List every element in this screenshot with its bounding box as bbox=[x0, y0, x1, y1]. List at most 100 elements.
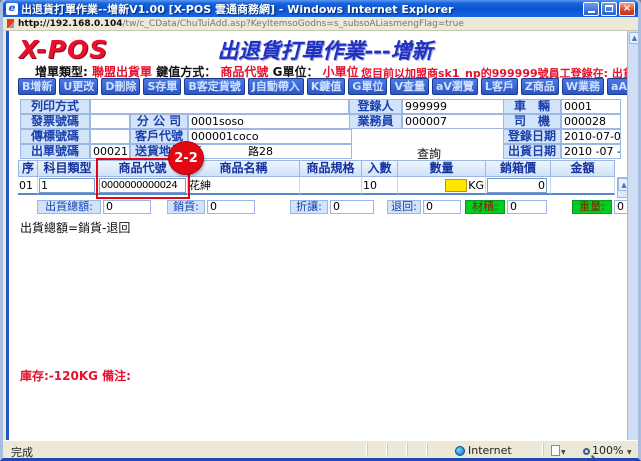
customer-code-field[interactable]: 000001coco bbox=[188, 129, 352, 144]
return-value: 0 bbox=[423, 200, 461, 214]
branch-label: 分 公 司 bbox=[130, 114, 188, 129]
login-user-label: 登錄人 bbox=[349, 99, 402, 114]
close-button[interactable]: × bbox=[619, 2, 635, 16]
ship-address-field[interactable]: 新路28 bbox=[188, 144, 352, 159]
qty-unit: KG bbox=[468, 179, 484, 192]
page-mode-icon bbox=[551, 445, 560, 456]
status-pane bbox=[427, 443, 445, 457]
pack-count-cell: 10 bbox=[362, 177, 398, 195]
toolbar-button-customer[interactable]: L客戶 bbox=[481, 78, 518, 95]
invoice-no-field[interactable] bbox=[90, 114, 130, 129]
order-no-field[interactable]: 000217 bbox=[90, 144, 130, 159]
sales-label: 銷貨: bbox=[167, 200, 205, 214]
invoice-no-label: 發票號碼 bbox=[20, 114, 90, 129]
item-seq: 01 bbox=[18, 177, 38, 195]
header-amount: 金額 bbox=[551, 160, 615, 177]
header-seq: 序 bbox=[18, 160, 38, 177]
maximize-icon bbox=[605, 5, 613, 12]
header-category: 科目類型 bbox=[38, 160, 98, 177]
vehicle-field[interactable]: 0001 bbox=[561, 99, 621, 114]
status-pane bbox=[407, 443, 425, 457]
product-spec-cell bbox=[300, 177, 362, 195]
print-method-field[interactable] bbox=[90, 99, 349, 114]
return-label: 退回: bbox=[387, 200, 421, 214]
header-pack: 入數 bbox=[362, 160, 398, 177]
header-spec: 商品規格 bbox=[300, 160, 362, 177]
header-product-name: 商品名稱 bbox=[188, 160, 300, 177]
box-price-input[interactable] bbox=[487, 178, 547, 193]
toolbar-button-delete[interactable]: D刪除 bbox=[101, 78, 140, 95]
weight-label: 重量: bbox=[572, 200, 612, 214]
category-input[interactable] bbox=[39, 178, 95, 193]
page-scroll-up-icon[interactable]: ▲ bbox=[629, 32, 640, 44]
toolbar-button-browse[interactable]: aV瀏覽 bbox=[432, 78, 478, 95]
discount-value: 0 bbox=[330, 200, 374, 214]
qty-cell: KG bbox=[398, 177, 486, 195]
address-bar[interactable]: http://192.168.0.104/tw/c_CData/ChuTuiAd… bbox=[3, 17, 638, 31]
window-controls: × bbox=[583, 2, 635, 16]
internet-zone-label: Internet bbox=[468, 444, 512, 457]
order-no-label: 出單號碼 bbox=[20, 144, 90, 159]
globe-icon bbox=[455, 446, 465, 456]
toolbar-button-custom-code[interactable]: B客定貨號 bbox=[184, 78, 244, 95]
toolbar-button-check-qty[interactable]: V查量 bbox=[390, 78, 429, 95]
address-suffix: 路28 bbox=[248, 145, 273, 158]
stock-note: 庫存:-120KG 備注: bbox=[20, 367, 131, 384]
sales-value: 0 bbox=[207, 200, 255, 214]
status-pane bbox=[367, 443, 385, 457]
driver-label: 司 機 bbox=[503, 114, 561, 129]
reg-date-label: 登錄日期 bbox=[503, 129, 561, 144]
url-path: /tw/c_CData/ChuTuiAdd.asp?KeyItemsoGodns… bbox=[123, 19, 464, 29]
toolbar: B增新 U更改 D刪除 S存單 B客定貨號 J自動帶入 K鍵值 G單位 V查量 … bbox=[18, 78, 630, 95]
toolbar-button-add[interactable]: B增新 bbox=[18, 78, 56, 95]
toolbar-button-sales[interactable]: W業務 bbox=[562, 78, 604, 95]
status-text: 完成 bbox=[11, 444, 33, 460]
item-category-cell bbox=[38, 177, 98, 195]
page-scrollbar[interactable]: ▲ bbox=[627, 31, 641, 440]
internet-zone: Internet bbox=[455, 444, 512, 457]
header-box-price: 銷箱價 bbox=[486, 160, 551, 177]
volume-value: 0 bbox=[507, 200, 547, 214]
ship-total-value: 0 bbox=[103, 200, 151, 214]
branch-field[interactable]: 0001soso bbox=[188, 114, 352, 129]
window-title: 出退貨打單作業--增新V1.00 [X-POS 雲通商務網] - Windows… bbox=[21, 1, 583, 17]
formula-note: 出貨總額=銷貨-退回 bbox=[20, 219, 130, 236]
zoom-caret-icon: ▼ bbox=[627, 449, 632, 456]
status-bar: 完成 Internet ▼ 100% ▼ bbox=[3, 440, 638, 458]
title-bar[interactable]: e 出退貨打單作業--增新V1.00 [X-POS 雲通商務網] - Windo… bbox=[3, 0, 638, 17]
qty-input[interactable] bbox=[445, 179, 467, 192]
zoom-level: 100% bbox=[592, 444, 623, 457]
slip-no-field[interactable] bbox=[90, 129, 130, 144]
maximize-button[interactable] bbox=[601, 2, 617, 16]
toolbar-button-unit[interactable]: G單位 bbox=[348, 78, 387, 95]
driver-field[interactable]: 000028 bbox=[561, 114, 621, 129]
toolbar-button-product[interactable]: Z商品 bbox=[521, 78, 559, 95]
zoom-control[interactable]: 100% ▼ bbox=[583, 444, 632, 457]
slip-no-label: 傳標號碼 bbox=[20, 129, 90, 144]
toolbar-button-keyvalue[interactable]: K鍵值 bbox=[307, 78, 346, 95]
toolbar-button-save[interactable]: S存單 bbox=[143, 78, 181, 95]
doc-type-value: 聯盟出貨單 bbox=[92, 65, 152, 79]
print-method-label: 列印方式 bbox=[20, 99, 90, 114]
reg-date-field[interactable]: 2010-07-09 bbox=[561, 129, 621, 144]
ie-icon: e bbox=[6, 3, 18, 15]
url-text: http://192.168.0.104/tw/c_CData/ChuTuiAd… bbox=[18, 19, 464, 29]
page-mode-widget[interactable]: ▼ bbox=[551, 444, 566, 457]
box-price-cell bbox=[486, 177, 551, 195]
page-title: 出退貨打單作業---增新 bbox=[9, 35, 641, 65]
ship-date-field[interactable]: 2010 -07 -09 bbox=[561, 144, 621, 159]
login-user-field[interactable]: 999999 bbox=[402, 99, 506, 114]
amount-cell bbox=[551, 177, 615, 195]
salesman-field[interactable]: 000007 bbox=[402, 114, 506, 129]
header-qty: 數量 bbox=[398, 160, 486, 177]
annotation-badge: 2-2 bbox=[168, 141, 204, 175]
magnifier-icon bbox=[583, 448, 590, 455]
doc-type-label: 增單類型: bbox=[35, 65, 88, 79]
address-page-icon bbox=[7, 19, 14, 28]
key-mode-label: 鍵值方式： bbox=[156, 65, 216, 79]
toolbar-button-edit[interactable]: U更改 bbox=[59, 78, 98, 95]
browser-window: e 出退貨打單作業--增新V1.00 [X-POS 雲通商務網] - Windo… bbox=[0, 0, 641, 461]
toolbar-button-auto-fill[interactable]: J自動帶入 bbox=[248, 78, 304, 95]
minimize-button[interactable] bbox=[583, 2, 599, 16]
status-pane bbox=[543, 443, 544, 457]
